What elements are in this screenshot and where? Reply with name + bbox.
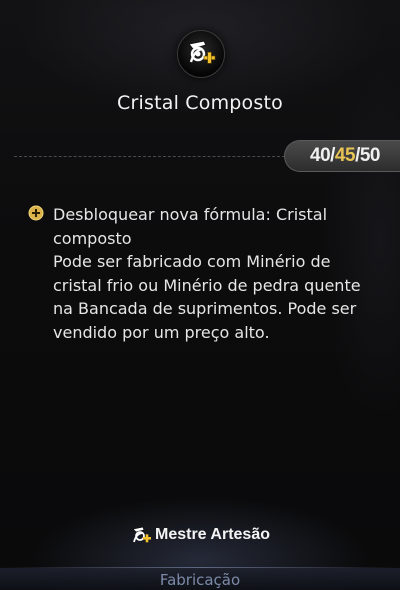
achievement-title: Cristal Composto <box>117 92 283 114</box>
title-badge: Mestre Artesão <box>0 524 400 546</box>
achievement-panel: Cristal Composto 40/45/50 Desbloquear no… <box>0 0 400 590</box>
title-badge-label: Mestre Artesão <box>154 526 270 543</box>
divider <box>14 156 290 157</box>
artisan-crafting-icon <box>132 526 151 543</box>
plus-circle-icon <box>28 205 44 221</box>
tier-first: 40 <box>310 145 331 166</box>
tier-current: 45 <box>334 145 356 166</box>
artisan-crafting-icon <box>177 30 225 78</box>
reward-description: Desbloquear nova fórmula: Cristal compos… <box>53 205 361 342</box>
tab-crafting[interactable]: Fabricação <box>0 571 400 589</box>
tier-last: 50 <box>359 145 381 166</box>
progress-tiers: 40/45/50 <box>310 145 380 167</box>
